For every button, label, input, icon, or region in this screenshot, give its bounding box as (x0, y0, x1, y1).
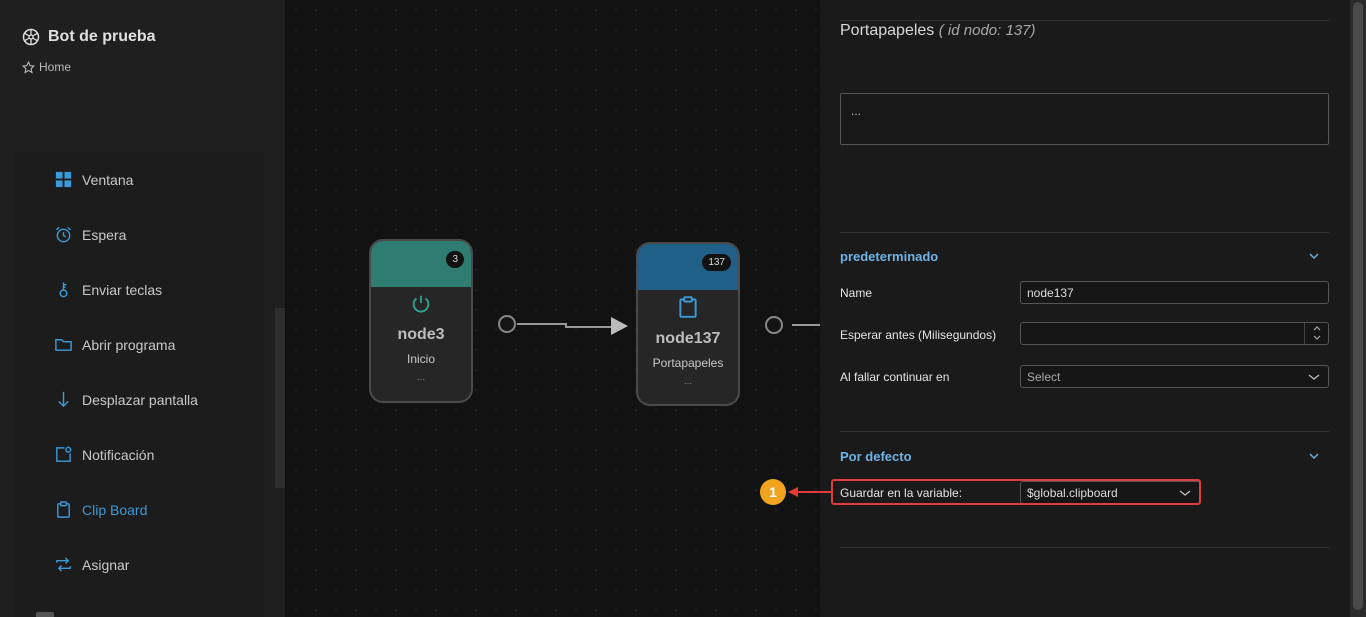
divider (840, 431, 1329, 432)
panel-title: Portapapeles ( id nodo: 137) (840, 22, 1035, 40)
sidebar-item-abrir-programa[interactable]: Abrir programa (54, 335, 175, 354)
tool-menu (14, 152, 264, 617)
grid-icon (55, 171, 72, 188)
sidebar-item-espera[interactable]: Espera (54, 225, 126, 244)
wait-label: Esperar antes (Milisegundos) (840, 328, 997, 342)
breadcrumb-home[interactable]: Home (39, 60, 71, 74)
brand: Bot de prueba (22, 28, 156, 46)
notification-icon (56, 446, 72, 462)
node-more: ... (416, 372, 426, 383)
sidebar: Bot de prueba Home Ventana Espera Enviar… (0, 0, 286, 617)
panel-title-text: Portapapeles (840, 22, 935, 39)
breadcrumb[interactable]: Home (22, 60, 71, 74)
chevron-down-icon[interactable] (1308, 250, 1320, 262)
node-name: node137 (655, 330, 721, 347)
power-icon (412, 295, 430, 313)
flow-node-node137[interactable]: 137 node137 Portapapeles ... (636, 242, 740, 406)
annotation-arrow-icon (788, 487, 832, 497)
name-input[interactable]: node137 (1020, 281, 1329, 304)
sidebar-next-item-icon (36, 612, 54, 617)
wait-ms-input[interactable] (1020, 322, 1329, 345)
chevron-down-icon[interactable] (1308, 450, 1320, 462)
section-predeterminado-title[interactable]: predeterminado (840, 249, 938, 264)
sidebar-item-label: Clip Board (82, 501, 148, 518)
sidebar-item-label: Espera (82, 226, 127, 243)
stepper-up-icon[interactable] (1305, 323, 1328, 333)
alarm-clock-icon (55, 226, 72, 243)
panel-node-id: ( id nodo: 137) (938, 22, 1036, 39)
assign-arrows-icon (56, 557, 71, 572)
description-textarea[interactable]: ... (840, 93, 1329, 145)
sidebar-item-label: Enviar teclas (82, 281, 163, 298)
node-type: Inicio (406, 352, 435, 366)
folder-icon (55, 339, 72, 351)
stepper-down-icon[interactable] (1305, 333, 1328, 343)
node3-output-port[interactable] (498, 315, 516, 333)
sidebar-item-desplazar-pantalla[interactable]: Desplazar pantalla (54, 390, 198, 409)
annotation-callout-badge: 1 (760, 479, 786, 505)
section-por-defecto-title[interactable]: Por defecto (840, 449, 912, 464)
node-header: 3 (371, 241, 471, 287)
key-icon (59, 282, 68, 298)
flow-canvas[interactable]: 3 node3 Inicio ... 137 node137 Portapape… (286, 0, 820, 617)
number-stepper[interactable] (1304, 323, 1328, 344)
divider (840, 20, 1329, 21)
wheel-icon (22, 28, 40, 46)
onfail-select-value: Select (1027, 370, 1061, 384)
sidebar-item-label: Abrir programa (82, 336, 176, 353)
sidebar-item-label: Asignar (82, 556, 130, 573)
panel-scroll-thumb[interactable] (1353, 2, 1363, 610)
node-id-badge: 137 (702, 254, 731, 271)
name-label: Name (840, 286, 873, 300)
sidebar-item-enviar-teclas[interactable]: Enviar teclas (54, 280, 162, 299)
sidebar-item-label: Desplazar pantalla (82, 391, 198, 408)
divider (840, 232, 1329, 233)
sidebar-item-notificacion[interactable]: Notificación (54, 445, 154, 464)
connection-line (517, 323, 611, 328)
divider (840, 547, 1329, 548)
node-type: Portapapeles (652, 356, 724, 370)
node-header: 137 (638, 244, 738, 290)
annotation-highlight-box (831, 479, 1201, 505)
node-more: ... (683, 376, 693, 387)
onfail-select[interactable]: Select (1020, 365, 1329, 388)
clipboard-icon (679, 296, 697, 318)
sidebar-item-label: Notificación (82, 446, 155, 463)
star-icon (22, 60, 35, 73)
connection-arrow-icon (611, 317, 628, 335)
node137-output-port[interactable] (765, 316, 783, 334)
sidebar-item-label: Ventana (82, 171, 134, 188)
node-name: node3 (397, 326, 445, 343)
arrow-down-icon (58, 391, 69, 408)
clipboard-icon (57, 501, 70, 518)
sidebar-item-asignar[interactable]: Asignar (54, 555, 129, 574)
onfail-label: Al fallar continuar en (840, 370, 950, 384)
node-id-badge: 3 (446, 251, 464, 268)
sidebar-item-ventana[interactable]: Ventana (54, 170, 133, 189)
chevron-down-icon (1308, 374, 1320, 380)
app-title: Bot de prueba (48, 28, 156, 45)
sidebar-scrollbar[interactable] (275, 308, 285, 488)
app-root: Bot de prueba Home Ventana Espera Enviar… (0, 0, 1366, 617)
flow-node-node3[interactable]: 3 node3 Inicio ... (369, 239, 473, 403)
panel-scrollbar[interactable] (1350, 0, 1366, 617)
sidebar-item-clip-board[interactable]: Clip Board (54, 500, 147, 519)
